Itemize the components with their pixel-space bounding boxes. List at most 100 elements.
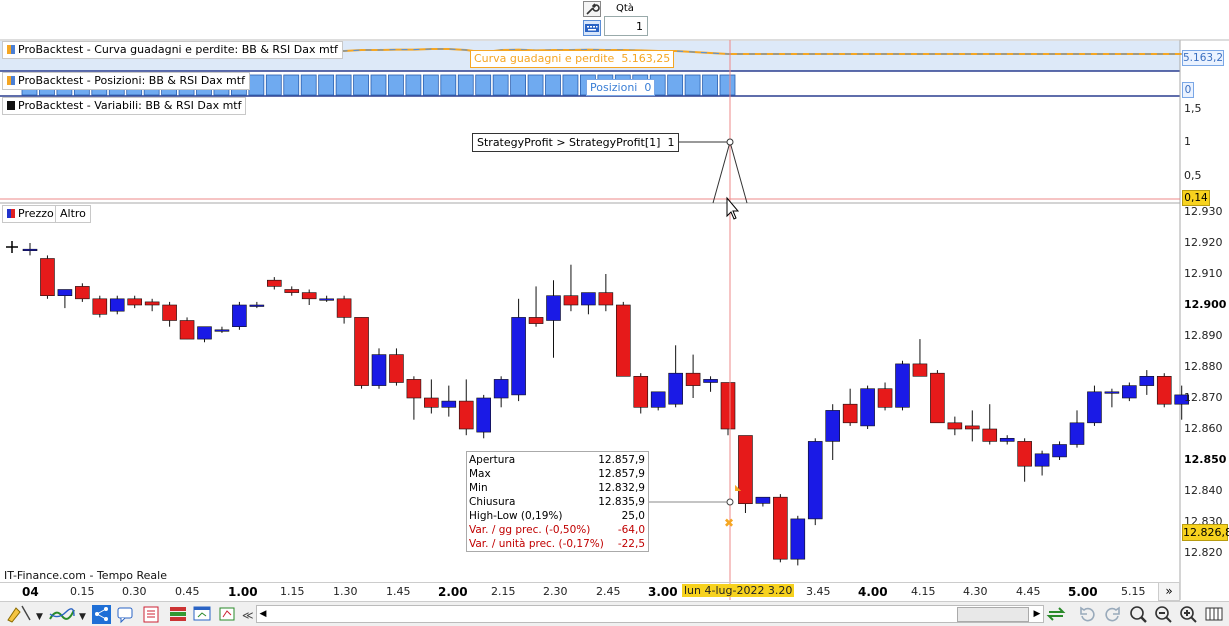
sync-icon[interactable] [1046,607,1066,621]
candle [1017,438,1032,482]
candle-body [546,295,561,321]
position-bar [545,74,561,96]
equity-legend-value: 5.163,25 [621,52,671,65]
candle [895,360,910,411]
scroll-right-button[interactable]: » [1158,582,1180,601]
candle-body [476,397,492,433]
position-bar [667,74,684,96]
time-axis-label: 4.15 [911,585,936,598]
var-axis-tick: 1,5 [1184,102,1202,115]
variables-panel-tag[interactable]: ProBacktest - Variabili: BB & RSI Dax mt… [2,97,247,115]
candle [947,416,963,436]
zoom-fit-icon[interactable] [1130,606,1147,623]
window-icon[interactable] [193,606,211,621]
redo-icon[interactable] [1105,606,1120,622]
trade-icon[interactable] [219,607,235,621]
candle-body [773,496,788,560]
candle-body [790,518,806,560]
position-bar [265,74,282,96]
candle [301,289,317,305]
candle-body [266,279,282,287]
price-axis-tick: 12.890 [1184,329,1223,342]
zoom-out-icon[interactable] [1155,606,1172,623]
candle [528,286,544,327]
candle [144,298,160,312]
stack-icon[interactable] [170,607,186,621]
scrollbar-thumb[interactable] [957,607,1029,622]
position-bar [335,74,352,96]
price-axis-tick: 12.880 [1184,360,1223,373]
tooltip-row: Max 12.857,9 [469,468,645,482]
candle-body [389,354,404,383]
candle-body [964,425,980,430]
undo-icon[interactable] [1080,606,1095,622]
time-axis-label: 4.45 [1016,585,1041,598]
candle [668,345,683,408]
candle-body [109,298,125,312]
candle [773,494,788,563]
comment-icon[interactable] [117,607,133,624]
tooltip-row: Var. / gg prec. (-0,50%) -64,0 [469,524,645,538]
candle-body [284,289,300,293]
tooltip-value: 12.857,9 [598,468,645,480]
tooltip-label: Var. / unità prec. (-0,17%) [469,538,604,550]
candle-body [528,317,544,324]
tooltip-row: High-Low (0,19%) 25,0 [469,510,645,524]
equity-legend-label: Curva guadagni e perdite [474,52,615,65]
candle [720,382,736,436]
variable-callout-label: StrategyProfit > StrategyProfit[1] [477,136,661,149]
candle [354,317,369,389]
position-bar [370,74,387,96]
price-axis-tick: 12.840 [1184,484,1223,497]
share-icon[interactable] [92,605,111,624]
price-axis-tick: 12.870 [1184,391,1223,404]
grid-settings-icon[interactable] [1205,607,1223,621]
candle-body [40,258,55,297]
scroll-right-arrow-icon[interactable]: ▶ [1031,606,1043,622]
indicator-icon[interactable] [49,608,75,620]
svg-text:◣: ◣ [735,483,742,492]
candle [406,376,422,420]
time-scrollbar[interactable]: ◀ ▶ [256,605,1044,623]
candle-body [75,286,90,300]
list-icon[interactable] [143,606,159,623]
candle-body [319,298,334,301]
equity-panel-tag[interactable]: ProBacktest - Curva guadagni e perdite: … [2,41,343,59]
scroll-left-arrow-icon[interactable]: ◀ [257,606,269,622]
position-bar [492,74,509,96]
candle-body [511,317,526,396]
variable-callout: StrategyProfit > StrategyProfit[1] 1 [472,133,680,152]
tooltip-label: Apertura [469,454,516,466]
candle-body [755,496,771,504]
position-bar [300,74,317,96]
time-axis-label: 2.30 [543,585,568,598]
positions-panel-title: ProBacktest - Posizioni: BB & RSI Dax mt… [18,74,245,87]
candle-body [581,292,596,306]
price-axis-tick: 12.920 [1184,236,1223,249]
zoom-in-icon[interactable] [1180,606,1197,623]
candle-body [895,363,910,408]
candle [1069,410,1085,448]
candle [860,385,875,429]
draw-tool-icon[interactable] [7,605,31,623]
candle-body [877,388,893,408]
other-panel-tag[interactable]: Altro [55,205,91,223]
candle [232,301,247,330]
position-bar [422,74,439,96]
position-bar [318,74,335,96]
candle [476,394,492,439]
candle-body [912,363,928,377]
candle-body [650,391,666,408]
time-axis-label: 2.00 [438,585,468,599]
equity-legend: Curva guadagni e perdite 5.163,25 [470,50,675,68]
tooltip-value: -64,0 [617,524,645,536]
position-bar [440,74,457,96]
price-panel-tag[interactable]: Prezzo [2,205,59,223]
time-axis-label: 5.15 [1121,585,1146,598]
candle [685,354,701,398]
positions-panel-tag[interactable]: ProBacktest - Posizioni: BB & RSI Dax mt… [2,72,250,90]
candle-body [999,437,1015,442]
price-axis-tick: 12.910 [1184,267,1223,280]
candle [319,295,334,302]
candle [179,317,195,340]
